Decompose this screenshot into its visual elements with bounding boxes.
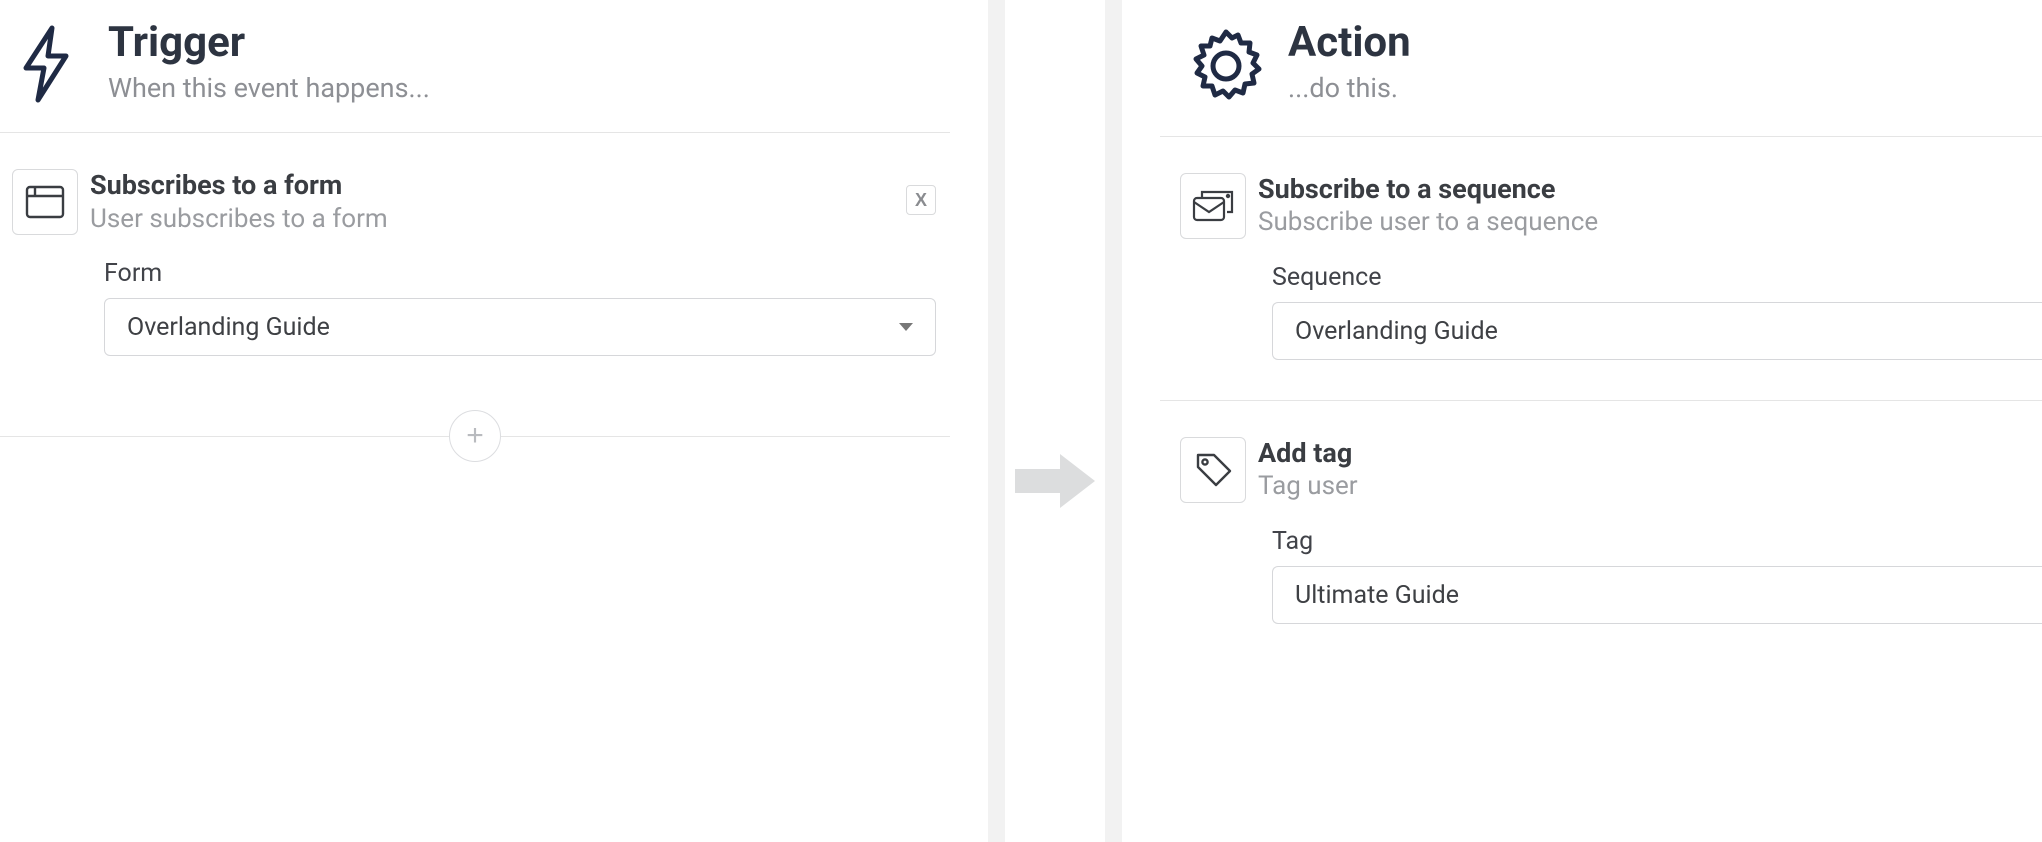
form-select-value: Overlanding Guide — [127, 313, 330, 342]
trigger-rule-title: Subscribes to a form — [90, 169, 388, 201]
action-rule-desc: Tag user — [1258, 471, 1358, 501]
trigger-header: Trigger When this event happens... — [0, 0, 950, 133]
envelopes-icon — [1180, 173, 1246, 239]
gear-icon — [1178, 20, 1288, 108]
tag-icon — [1180, 437, 1246, 503]
sequence-select-value: Overlanding Guide — [1295, 317, 1498, 346]
plus-icon: + — [466, 419, 484, 453]
action-rule-title: Add tag — [1258, 437, 1358, 469]
action-title: Action — [1288, 20, 1411, 66]
trigger-rule-titles: Subscribes to a form User subscribes to … — [90, 169, 388, 233]
action-rule-desc: Subscribe user to a sequence — [1258, 207, 1598, 237]
form-field-label: Form — [104, 259, 936, 288]
divider-line — [0, 436, 449, 437]
sequence-select[interactable]: Overlanding Guide — [1272, 302, 2042, 360]
action-rule-titles: Subscribe to a sequence Subscribe user t… — [1258, 173, 1598, 237]
trigger-subtitle: When this event happens... — [108, 72, 430, 104]
remove-trigger-button[interactable]: X — [906, 185, 936, 215]
action-rule-head: Add tag Tag user — [1160, 401, 2042, 503]
trigger-rule-head: Subscribes to a form User subscribes to … — [0, 133, 950, 235]
action-rule-subscribe-sequence: Subscribe to a sequence Subscribe user t… — [1160, 137, 2042, 401]
action-rule-add-tag: Add tag Tag user Tag Ultimate Guide — [1160, 401, 2042, 664]
browser-window-icon — [12, 169, 78, 235]
action-rule-title: Subscribe to a sequence — [1258, 173, 1598, 205]
sequence-field-block: Sequence Overlanding Guide — [1160, 239, 2042, 360]
action-header-text: Action ...do this. — [1288, 20, 1411, 104]
action-column: Action ...do this. Subscribe to a sequen… — [1160, 0, 2042, 842]
trigger-rule-desc: User subscribes to a form — [90, 204, 388, 234]
tag-select[interactable]: Ultimate Guide — [1272, 566, 2042, 624]
form-select[interactable]: Overlanding Guide — [104, 298, 936, 356]
add-trigger-divider: + — [0, 396, 950, 476]
action-header: Action ...do this. — [1160, 0, 2042, 137]
lightning-icon — [18, 20, 108, 104]
divider-line — [501, 436, 950, 437]
action-subtitle: ...do this. — [1288, 72, 1411, 104]
trigger-column: Trigger When this event happens... X Sub… — [0, 0, 950, 842]
add-trigger-button[interactable]: + — [449, 410, 501, 462]
sequence-field-label: Sequence — [1272, 263, 2042, 292]
form-field-block: Form Overlanding Guide — [0, 235, 950, 356]
tag-field-block: Tag Ultimate Guide — [1160, 503, 2042, 624]
flow-arrow-gutter — [950, 0, 1160, 842]
arrow-right-icon — [1010, 446, 1100, 516]
trigger-header-text: Trigger When this event happens... — [108, 20, 430, 104]
action-rule-head: Subscribe to a sequence Subscribe user t… — [1160, 137, 2042, 239]
action-rule-titles: Add tag Tag user — [1258, 437, 1358, 501]
close-icon: X — [915, 190, 927, 211]
trigger-rule-subscribes-to-form: X Subscribes to a form User subscribes t… — [0, 133, 950, 396]
tag-select-value: Ultimate Guide — [1295, 581, 1459, 610]
trigger-title: Trigger — [108, 20, 430, 66]
tag-field-label: Tag — [1272, 527, 2042, 556]
chevron-down-icon — [899, 323, 913, 331]
